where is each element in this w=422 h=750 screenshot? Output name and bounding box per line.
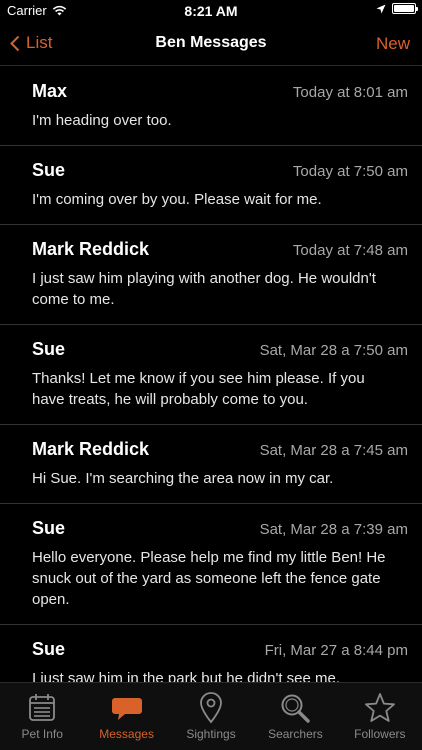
magnifier-icon [281,694,311,723]
message-item[interactable]: Max Today at 8:01 am I'm heading over to… [0,67,422,146]
status-right [376,3,418,14]
calendar-icon [29,694,56,721]
tab-bar: Pet Info Messages Sightings Searchers Fo… [0,682,422,750]
message-timestamp: Fri, Mar 27 a 8:44 pm [264,642,408,659]
message-item[interactable]: Sue Today at 7:50 am I'm coming over by … [0,146,422,225]
location-arrow-icon [376,4,386,13]
tab-sightings[interactable]: Sightings [169,683,253,750]
tab-searchers[interactable]: Searchers [253,683,337,750]
tab-messages[interactable]: Messages [84,683,168,750]
message-text: Hi Sue. I'm searching the area now in my… [32,470,334,487]
new-message-button[interactable]: New [376,34,410,54]
message-author: Sue [32,339,66,359]
map-pin-icon [200,692,222,724]
message-text: I'm coming over by you. Please wait for … [32,191,322,208]
status-bar: Carrier 8:21 AM [0,0,422,22]
message-author: Max [32,81,68,101]
message-timestamp: Today at 7:48 am [292,242,408,259]
message-timestamp: Today at 7:50 am [292,163,408,180]
message-text: I'm heading over too. [32,112,172,129]
nav-bar: List Ben Messages New [0,22,422,66]
message-item[interactable]: Sue Sat, Mar 28 a 7:39 am Hello everyone… [0,504,422,625]
tab-label: Searchers [268,727,323,741]
tab-followers[interactable]: Followers [338,683,422,750]
message-list[interactable]: Max Today at 8:01 am I'm heading over to… [0,67,422,682]
tab-label: Sightings [186,727,236,741]
message-text: Hello everyone. Please help me find my l… [32,549,386,608]
message-item[interactable]: Mark Reddick Today at 7:48 am I just saw… [0,225,422,325]
speech-bubble-icon [111,698,142,720]
tab-pet-info[interactable]: Pet Info [0,683,84,750]
message-text: I just saw him playing with another dog.… [32,270,376,308]
tab-label: Followers [354,727,406,741]
page-title: Ben Messages [155,34,267,51]
message-text: I just saw him in the park but he didn't… [32,670,341,682]
message-item[interactable]: Sue Fri, Mar 27 a 8:44 pm I just saw him… [0,625,422,682]
star-icon [364,693,395,722]
battery-icon [392,3,418,14]
message-author: Sue [32,639,66,659]
screen: Carrier 8:21 AM List Ben Messages New Ma… [0,0,422,750]
tab-label: Messages [99,727,154,741]
message-timestamp: Sat, Mar 28 a 7:39 am [259,521,408,538]
status-time: 8:21 AM [184,3,238,19]
message-timestamp: Today at 8:01 am [292,84,408,101]
message-timestamp: Sat, Mar 28 a 7:45 am [259,442,408,459]
message-author: Sue [32,160,66,180]
message-item[interactable]: Mark Reddick Sat, Mar 28 a 7:45 am Hi Su… [0,425,422,504]
message-author: Mark Reddick [32,239,150,259]
message-author: Mark Reddick [32,439,150,459]
message-timestamp: Sat, Mar 28 a 7:50 am [259,342,408,359]
tab-label: Pet Info [21,727,63,741]
battery-fill [394,5,414,12]
message-text: Thanks! Let me know if you see him pleas… [32,370,365,408]
message-author: Sue [32,518,66,538]
message-item[interactable]: Sue Sat, Mar 28 a 7:50 am Thanks! Let me… [0,325,422,425]
